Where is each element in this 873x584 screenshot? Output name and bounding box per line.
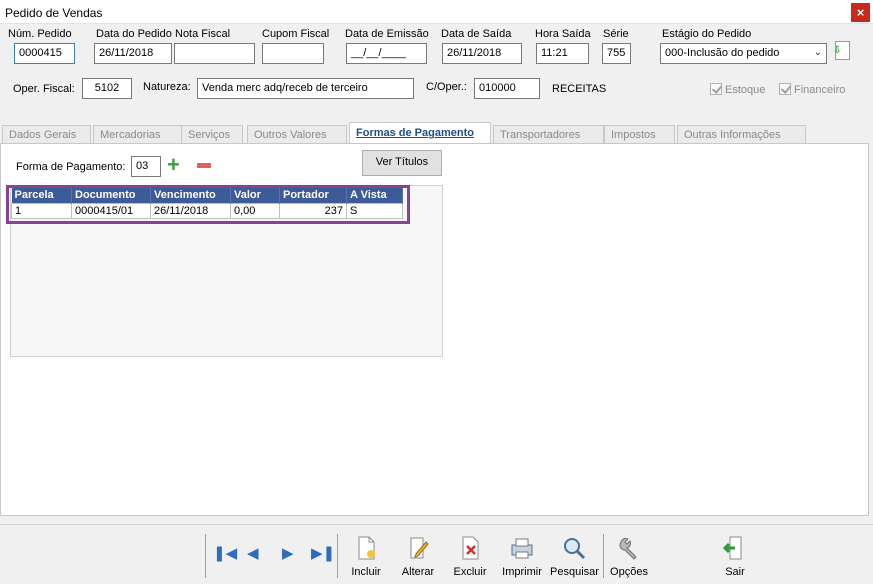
c-oper-field[interactable]: 010000 — [474, 78, 540, 99]
data-pedido-field[interactable]: 26/11/2018 — [94, 43, 172, 64]
edit-icon — [404, 534, 432, 562]
cell-parcela[interactable]: 1 — [11, 202, 72, 219]
data-saida-field[interactable]: 26/11/2018 — [442, 43, 522, 64]
column-header[interactable]: Parcela — [11, 188, 72, 203]
excluir-label: Excluir — [453, 566, 487, 578]
tab-servicos[interactable]: Serviços — [181, 125, 243, 144]
checkbox-checked-icon — [710, 83, 722, 95]
num-pedido-label: Núm. Pedido — [8, 28, 72, 40]
checkbox-checked-icon — [779, 83, 791, 95]
forma-pagamento-field[interactable]: 03 — [131, 156, 161, 177]
tab-formas-pagamento[interactable]: Formas de Pagamento — [349, 122, 491, 144]
incluir-button[interactable]: Incluir — [347, 534, 385, 578]
estoque-label: Estoque — [725, 84, 766, 96]
sair-label: Sair — [725, 566, 745, 578]
previous-record-icon[interactable]: ◀ — [247, 545, 259, 563]
excluir-button[interactable]: Excluir — [450, 534, 490, 578]
cupom-fiscal-label: Cupom Fiscal — [262, 28, 330, 40]
serie-label: Série — [603, 28, 629, 40]
hora-saida-label: Hora Saída — [535, 28, 591, 40]
printer-icon — [508, 534, 536, 562]
nota-fiscal-field[interactable] — [174, 43, 255, 64]
new-document-icon — [352, 534, 380, 562]
estoque-checkbox[interactable]: Estoque — [710, 83, 765, 96]
nota-fiscal-label: Nota Fiscal — [175, 28, 231, 40]
imprimir-button[interactable]: Imprimir — [501, 534, 543, 578]
oper-fiscal-field[interactable]: 5102 — [82, 78, 132, 99]
estagio-label: Estágio do Pedido — [662, 28, 752, 40]
data-emissao-label: Data de Emissão — [345, 28, 429, 40]
alterar-label: Alterar — [401, 566, 435, 578]
sair-button[interactable]: Sair — [720, 534, 750, 578]
financeiro-label: Financeiro — [794, 84, 846, 96]
first-record-icon[interactable]: ❚◀ — [213, 545, 237, 563]
column-header[interactable]: Documento — [71, 188, 151, 203]
natureza-label: Natureza: — [143, 81, 191, 93]
estagio-value: 000-Inclusão do pedido — [665, 47, 780, 59]
pesquisar-button[interactable]: Pesquisar — [550, 534, 599, 578]
tab-impostos[interactable]: Impostos — [604, 125, 675, 144]
hora-saida-field[interactable]: 11:21 — [536, 43, 589, 64]
alterar-button[interactable]: Alterar — [398, 534, 438, 578]
cupom-fiscal-field[interactable] — [262, 43, 324, 64]
separator — [205, 534, 206, 578]
column-header[interactable]: Portador — [279, 188, 347, 203]
c-oper-label: C/Oper.: — [426, 81, 467, 93]
ver-titulos-button[interactable]: Ver Títulos — [362, 150, 442, 176]
add-icon[interactable]: + — [167, 154, 180, 176]
close-button[interactable]: × — [851, 3, 870, 22]
tab-outros-valores[interactable]: Outros Valores — [247, 125, 347, 144]
data-pedido-label: Data do Pedido — [96, 28, 172, 40]
cell-portador[interactable]: 237 — [279, 202, 347, 219]
payment-table: Parcela Documento Vencimento Valor Porta… — [11, 188, 403, 219]
oper-fiscal-label: Oper. Fiscal: — [13, 83, 75, 95]
tab-bar: Dados Gerais Mercadorias Serviços Outros… — [0, 122, 873, 144]
exit-icon — [721, 534, 749, 562]
column-header[interactable]: A Vista — [346, 188, 403, 203]
delete-icon — [456, 534, 484, 562]
imprimir-label: Imprimir — [502, 566, 542, 578]
chevron-down-icon: ⌄ — [813, 47, 822, 58]
data-emissao-field[interactable]: __/__/____ — [346, 43, 427, 64]
table-row[interactable]: 1 0000415/01 26/11/2018 0,00 237 S — [11, 202, 403, 219]
pesquisar-label: Pesquisar — [550, 566, 599, 578]
column-header[interactable]: Valor — [230, 188, 280, 203]
cell-a-vista[interactable]: S — [346, 202, 403, 219]
remove-icon[interactable] — [197, 163, 211, 168]
num-pedido-field[interactable]: 0000415 — [14, 43, 75, 64]
next-record-icon[interactable]: ▶ — [282, 545, 294, 563]
cell-valor[interactable]: 0,00 — [230, 202, 280, 219]
cell-documento[interactable]: 0000415/01 — [71, 202, 151, 219]
tab-transportadores[interactable]: Transportadores — [493, 125, 604, 144]
search-icon — [560, 534, 588, 562]
cell-vencimento[interactable]: 26/11/2018 — [150, 202, 231, 219]
column-header[interactable]: Vencimento — [150, 188, 231, 203]
separator — [337, 534, 338, 578]
opcoes-button[interactable]: Opções — [609, 534, 649, 578]
opcoes-label: Opções — [610, 566, 648, 578]
window-title: Pedido de Vendas — [5, 6, 103, 20]
serie-field[interactable]: 755 — [602, 43, 631, 64]
separator — [603, 534, 604, 578]
data-saida-label: Data de Saída — [441, 28, 512, 40]
arrow-down-icon: ⇩ — [833, 45, 842, 56]
financeiro-checkbox[interactable]: Financeiro — [779, 83, 845, 96]
last-record-icon[interactable]: ▶❚ — [311, 545, 335, 563]
incluir-label: Incluir — [351, 566, 381, 578]
receitas-label: RECEITAS — [552, 83, 607, 95]
tab-dados-gerais[interactable]: Dados Gerais — [2, 125, 91, 144]
forma-pagamento-label: Forma de Pagamento: — [16, 161, 126, 173]
tab-mercadorias[interactable]: Mercadorias — [93, 125, 182, 144]
natureza-field[interactable]: Venda merc adq/receb de terceiro — [197, 78, 414, 99]
title-bar: Pedido de Vendas × — [0, 0, 873, 24]
tab-outras-informacoes[interactable]: Outras Informações — [677, 125, 806, 144]
wrench-icon — [615, 534, 643, 562]
estagio-select[interactable]: 000-Inclusão do pedido ⌄ — [660, 43, 827, 64]
document-icon[interactable]: ⇩ — [833, 41, 850, 60]
